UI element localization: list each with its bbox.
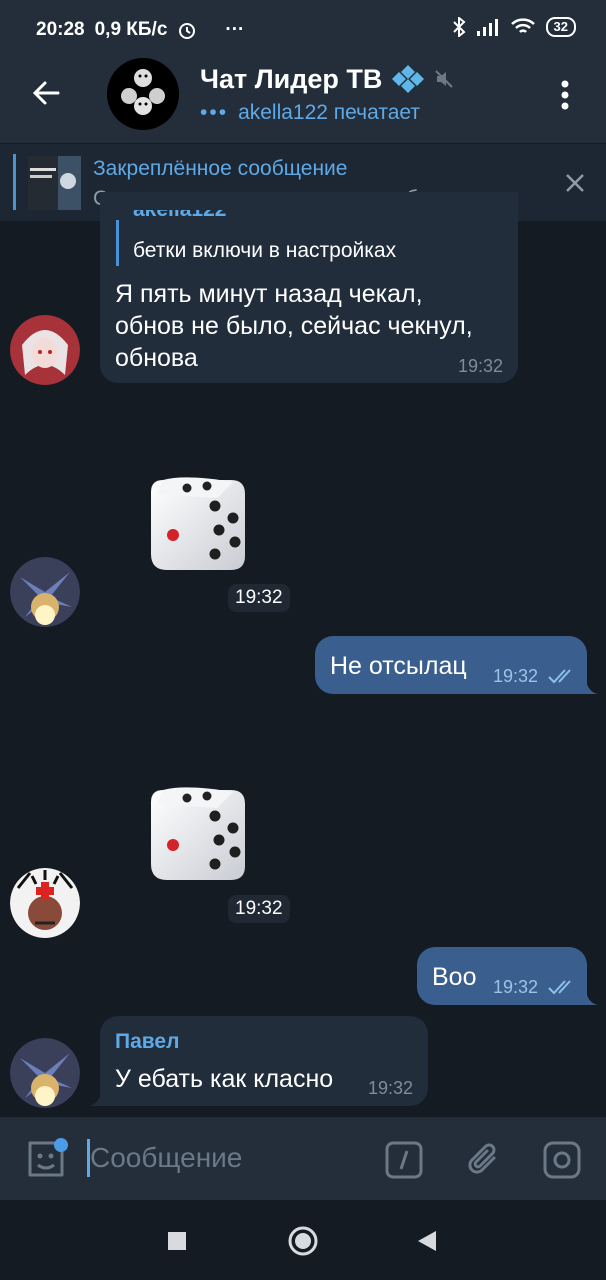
chat-title[interactable]: Чат Лидер ТВ xyxy=(200,63,454,95)
typing-dots: ••• xyxy=(200,101,229,124)
home-button[interactable] xyxy=(287,1225,319,1257)
attach-icon[interactable] xyxy=(464,1140,504,1180)
double-check-icon xyxy=(548,669,571,684)
bubble-tail xyxy=(89,1092,101,1106)
network-speed: 0,9 КБ/с xyxy=(94,19,168,40)
message-time: 19:32 xyxy=(493,666,539,686)
dice-sticker[interactable] xyxy=(145,472,251,578)
back-arrow-icon[interactable] xyxy=(30,77,62,109)
message-time: 19:32 xyxy=(228,895,290,923)
pinned-title: Закреплённое сообщение xyxy=(93,157,348,180)
message-body: Я пять минут назад чекал, обнов не было,… xyxy=(115,278,473,374)
message-incoming[interactable]: Павел У ебать как класно 19:32 xyxy=(100,1016,428,1106)
message-time: 19:32 xyxy=(493,977,539,997)
bot-command-icon[interactable] xyxy=(384,1140,424,1180)
message-outgoing[interactable]: Не отсылац 19:32 xyxy=(315,636,587,694)
chat-header: Чат Лидер ТВ ••• akella122 печатает xyxy=(0,47,606,143)
battery-indicator: 32 xyxy=(545,17,576,37)
message-text: Не отсылац xyxy=(330,652,467,680)
wifi-icon xyxy=(510,18,535,33)
typing-status: ••• akella122 печатает xyxy=(200,101,420,125)
status-time: 20:28 xyxy=(36,19,85,40)
message-time: 19:32 xyxy=(228,584,290,612)
message-outgoing[interactable]: Воо 19:32 xyxy=(417,947,587,1005)
message-composer: Сообщение xyxy=(0,1117,606,1200)
message-text: Воо xyxy=(432,963,477,991)
reply-text: бетки включи в настройках xyxy=(133,239,397,262)
message-time: 19:32 xyxy=(368,1078,414,1098)
avatar[interactable] xyxy=(10,557,80,627)
close-icon[interactable] xyxy=(564,172,586,194)
alarm-icon xyxy=(179,23,196,39)
camera-icon[interactable] xyxy=(542,1140,582,1180)
system-nav-bar xyxy=(0,1200,606,1280)
typing-text: akella122 печатает xyxy=(238,101,420,124)
avatar[interactable] xyxy=(10,315,80,385)
bubble-tail xyxy=(586,991,598,1005)
message-input[interactable]: Сообщение xyxy=(90,1142,242,1174)
dice-sticker[interactable] xyxy=(145,782,251,888)
chat-avatar[interactable] xyxy=(107,58,179,130)
more-notifications: ··· xyxy=(225,19,245,40)
recent-apps-button[interactable] xyxy=(166,1230,188,1252)
diamond-icon xyxy=(392,65,425,93)
chat-title-text: Чат Лидер ТВ xyxy=(200,63,383,94)
message-line: обнова xyxy=(115,344,198,372)
bubble-tail xyxy=(586,680,598,694)
pinned-thumbnail xyxy=(28,156,81,210)
muted-icon xyxy=(435,70,454,88)
reply-author: akella122 xyxy=(133,210,226,224)
sticker-icon[interactable] xyxy=(24,1137,68,1181)
message-time: 19:32 xyxy=(458,356,504,376)
message-author: Павел xyxy=(115,1030,180,1053)
message-text: У ебать как класно xyxy=(115,1065,334,1093)
avatar[interactable] xyxy=(10,1038,80,1108)
bluetooth-icon xyxy=(452,17,466,37)
message-line: обнов не было, сейчас чекнул, xyxy=(115,312,473,340)
back-button[interactable] xyxy=(416,1229,438,1253)
message-line: Я пять минут назад чекал, xyxy=(115,280,423,308)
message-incoming[interactable]: akella122 бетки включи в настройках Я пя… xyxy=(100,192,518,383)
double-check-icon xyxy=(548,980,571,995)
avatar[interactable] xyxy=(10,868,80,938)
more-vertical-icon[interactable] xyxy=(558,79,572,111)
pinned-bar xyxy=(13,154,16,210)
signal-icon xyxy=(476,19,498,36)
reply-bar xyxy=(116,220,119,266)
